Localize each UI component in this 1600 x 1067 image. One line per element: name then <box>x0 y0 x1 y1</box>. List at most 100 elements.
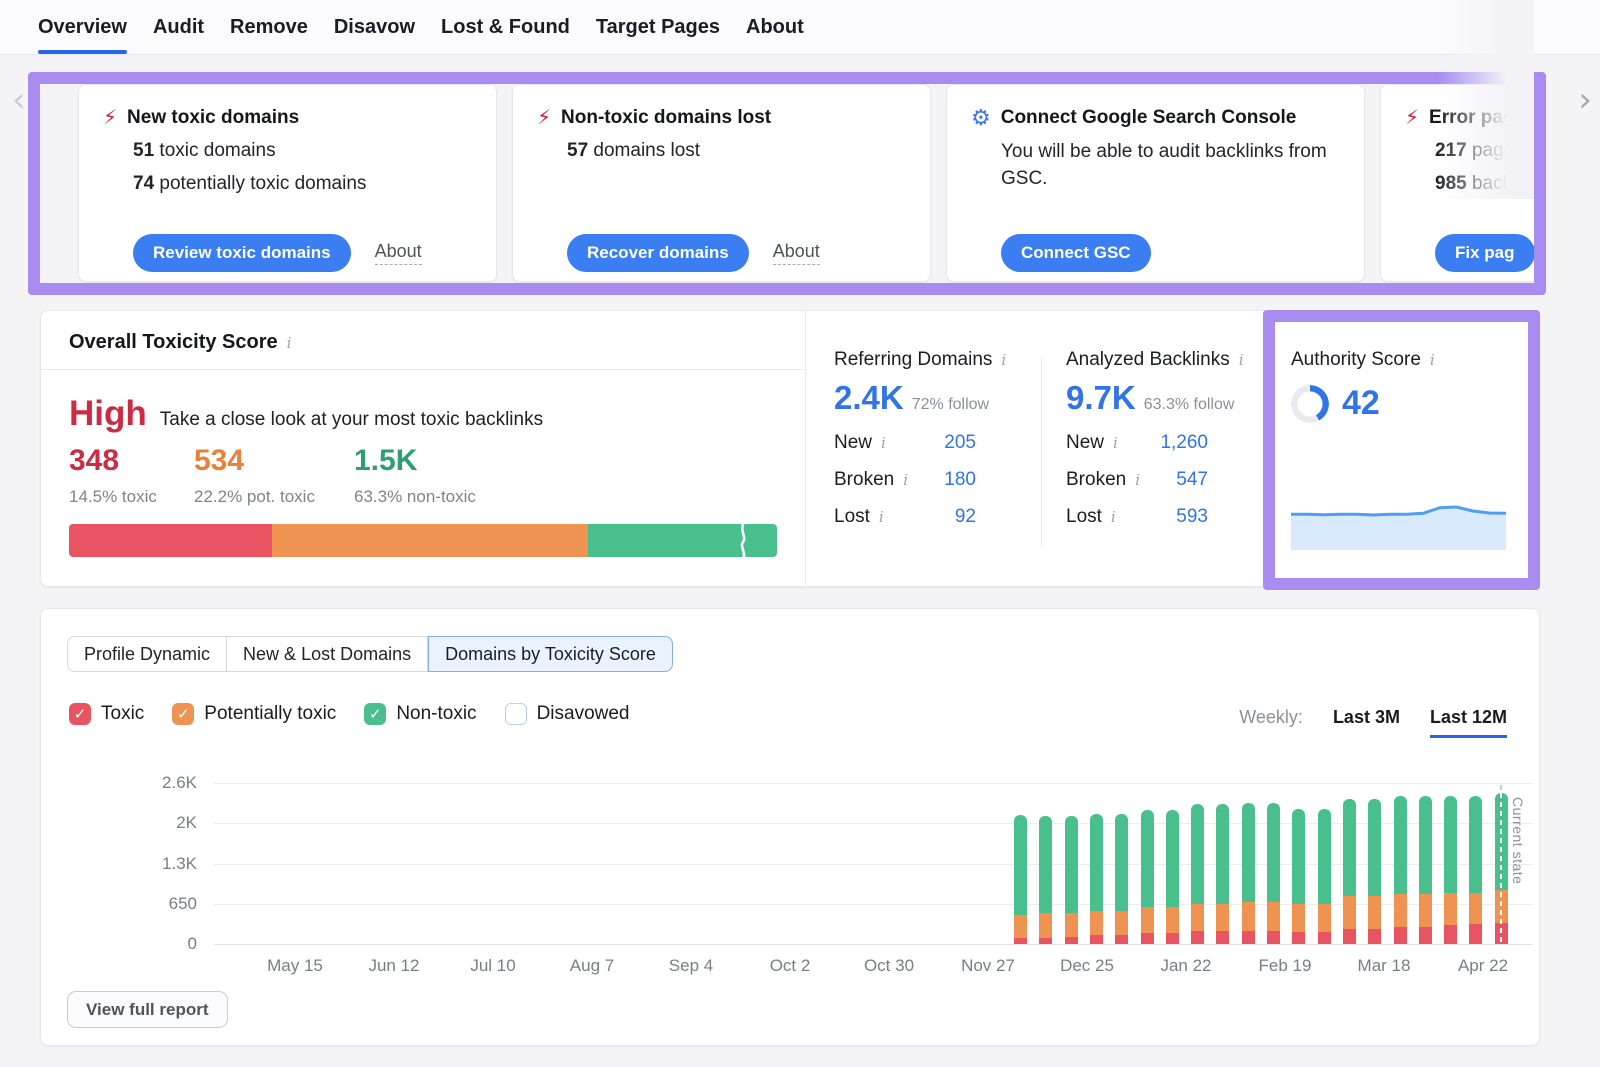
stacked-bar <box>1469 796 1482 944</box>
about-link[interactable]: About <box>375 241 422 265</box>
stacked-bar <box>1267 803 1280 944</box>
gridline <box>214 823 1533 824</box>
authority-score-sparkline <box>1291 503 1506 550</box>
bar-break-squiggle <box>737 522 749 559</box>
legend-checkbox-disavowed[interactable]: Disavowed <box>505 703 630 725</box>
x-axis-tick-label: Jul 10 <box>438 956 548 976</box>
card-title: Non-toxic domains lost <box>561 107 771 129</box>
row-label: New <box>834 432 872 454</box>
potentially-toxic-bar-segment <box>1216 904 1229 931</box>
non-toxic-bar-segment <box>1419 796 1432 894</box>
row-value[interactable]: 180 <box>944 469 976 491</box>
carousel-prev-icon[interactable]: ‹ <box>12 86 26 114</box>
stat-value: 985 <box>1435 173 1467 194</box>
legend-checkbox-non-toxic[interactable]: ✓Non-toxic <box>364 703 476 725</box>
non-toxic-bar-segment <box>1166 810 1179 907</box>
analyzed_backlinks-row-new: Newi 1,260 <box>1066 432 1208 454</box>
review-toxic-domains-button[interactable]: Review toxic domains <box>133 234 351 272</box>
lightning-icon: ⚡ <box>103 108 117 128</box>
stacked-bar <box>1292 809 1305 944</box>
toxic-bar-segment <box>1394 927 1407 944</box>
period-option-last-3m[interactable]: Last 3M <box>1333 707 1400 735</box>
info-icon[interactable]: i <box>287 334 292 352</box>
connect-gsc-button[interactable]: Connect GSC <box>1001 234 1151 272</box>
toxicity-stat: 53422.2% pot. toxic <box>194 444 315 507</box>
toxic-bar-segment <box>1166 933 1179 944</box>
toxic-bar-segment <box>1444 925 1457 944</box>
nav-tab-disavow[interactable]: Disavow <box>334 0 415 54</box>
chart-tab-new-lost-domains[interactable]: New & Lost Domains <box>227 636 428 672</box>
y-axis-tick-label: 0 <box>127 934 197 954</box>
card-title: Error pag <box>1429 107 1515 129</box>
nav-tab-lost-found[interactable]: Lost & Found <box>441 0 570 54</box>
potentially-toxic-bar-segment <box>1469 893 1482 925</box>
info-icon[interactable]: i <box>1113 434 1118 452</box>
chart-view-tabs: Profile DynamicNew & Lost DomainsDomains… <box>67 636 673 672</box>
chart-panel: Profile DynamicNew & Lost DomainsDomains… <box>40 608 1540 1046</box>
referring_domains-follow: 72% follow <box>912 396 989 414</box>
checked-checkbox-icon[interactable]: ✓ <box>364 703 386 725</box>
info-icon[interactable]: i <box>881 434 886 452</box>
gridline <box>214 864 1533 865</box>
nav-tab-remove[interactable]: Remove <box>230 0 308 54</box>
unchecked-checkbox-icon[interactable] <box>505 703 527 725</box>
fix-pag-button[interactable]: Fix pag <box>1435 234 1534 272</box>
referring_domains-row-new: Newi 205 <box>834 432 976 454</box>
info-icon[interactable]: i <box>1239 351 1244 369</box>
carousel-next-icon[interactable]: › <box>1578 86 1592 114</box>
period-option-last-12m[interactable]: Last 12M <box>1430 707 1507 738</box>
nav-tab-about[interactable]: About <box>746 0 804 54</box>
row-label: New <box>1066 432 1104 454</box>
info-icon[interactable]: i <box>1430 351 1435 369</box>
nav-tab-label: Target Pages <box>596 16 720 39</box>
recover-domains-button[interactable]: Recover domains <box>567 234 749 272</box>
chart-tab-profile-dynamic[interactable]: Profile Dynamic <box>67 636 227 672</box>
stat-text: domains lost <box>588 140 700 161</box>
nav-tab-audit[interactable]: Audit <box>153 0 204 54</box>
row-value[interactable]: 205 <box>944 432 976 454</box>
non-toxic-bar-segment <box>1267 803 1280 902</box>
row-value[interactable]: 547 <box>1176 469 1208 491</box>
card-stat-line: 57 domains lost <box>567 140 906 162</box>
row-value[interactable]: 1,260 <box>1160 432 1208 454</box>
toxic-bar-segment <box>1267 931 1280 944</box>
toxicity-stats: 34814.5% toxic53422.2% pot. toxic1.5K63.… <box>69 444 769 519</box>
nav-tab-label: Disavow <box>334 16 415 39</box>
potentially-toxic-bar-segment <box>1090 911 1103 935</box>
toxic-bar-segment <box>1242 931 1255 944</box>
non-toxic-bar-segment <box>1292 809 1305 904</box>
chart-tab-domains-by-toxicity-score[interactable]: Domains by Toxicity Score <box>428 636 673 672</box>
nav-tab-overview[interactable]: Overview <box>38 0 127 54</box>
non-toxic-bar-segment <box>1065 816 1078 913</box>
referring_domains-title: Referring Domains <box>834 349 992 371</box>
legend-checkbox-toxic[interactable]: ✓ Toxic <box>69 703 144 725</box>
x-axis-tick-label: Oct 30 <box>834 956 944 976</box>
x-axis-tick-label: Nov 27 <box>933 956 1043 976</box>
stacked-bar <box>1065 816 1078 944</box>
stacked-bar <box>1394 796 1407 944</box>
gear-icon: ⚙ <box>971 107 991 129</box>
x-axis-tick-label: Oct 2 <box>735 956 845 976</box>
row-value[interactable]: 593 <box>1176 506 1208 528</box>
header-divider <box>41 369 805 370</box>
stat-text: potentially toxic domains <box>154 173 366 194</box>
y-axis-tick-label: 2K <box>127 813 197 833</box>
non-toxic-bar-segment <box>1216 804 1229 904</box>
info-icon[interactable]: i <box>1135 471 1140 489</box>
card-stat-line: 51 toxic domains <box>133 140 472 162</box>
legend-checkbox-potentially-toxic[interactable]: ✓Potentially toxic <box>172 703 336 725</box>
row-value[interactable]: 92 <box>955 506 976 528</box>
toxicity-note: Take a close look at your most toxic bac… <box>160 409 543 431</box>
info-icon[interactable]: i <box>1001 351 1006 369</box>
nav-tab-target-pages[interactable]: Target Pages <box>596 0 720 54</box>
checked-checkbox-icon[interactable]: ✓ <box>69 703 91 725</box>
checked-checkbox-icon[interactable]: ✓ <box>172 703 194 725</box>
info-icon[interactable]: i <box>879 508 884 526</box>
info-icon[interactable]: i <box>903 471 908 489</box>
info-icon[interactable]: i <box>1111 508 1116 526</box>
legend-label: Toxic <box>101 703 144 725</box>
stacked-bar <box>1014 815 1027 944</box>
about-link[interactable]: About <box>773 241 820 265</box>
view-full-report-button[interactable]: View full report <box>67 991 228 1028</box>
period-selector: Weekly: Last 3M Last 12M <box>1239 707 1507 738</box>
